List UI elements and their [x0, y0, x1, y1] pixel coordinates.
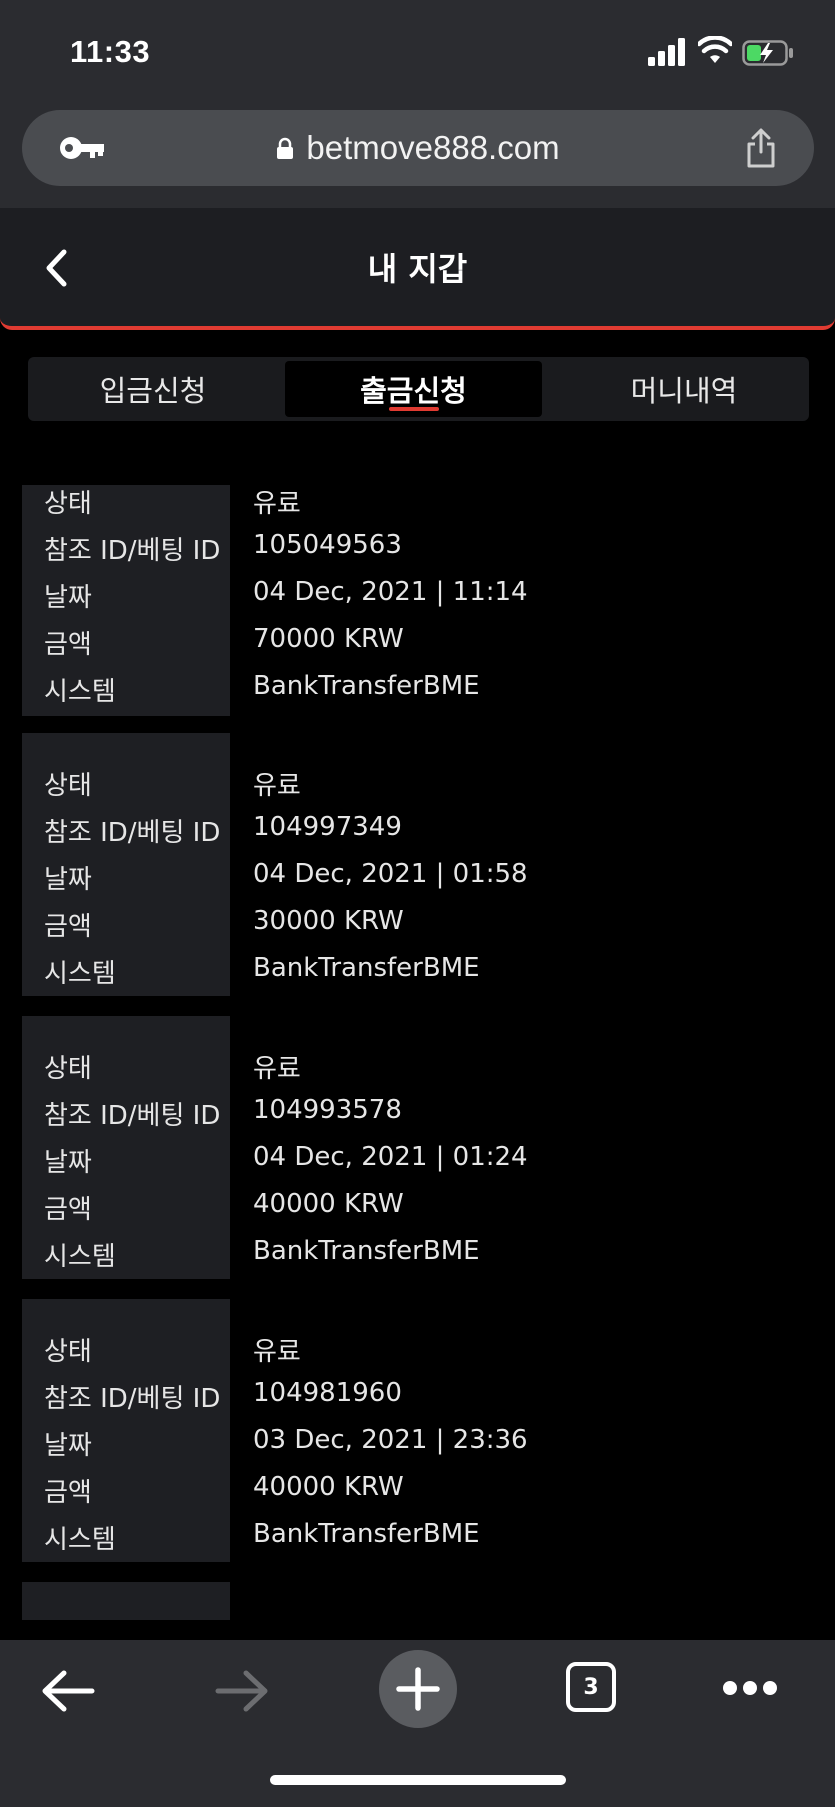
- value-ref-id: 104997349: [253, 812, 402, 842]
- address-bar[interactable]: betmove888.com: [22, 110, 814, 186]
- tab-money-history[interactable]: 머니내역: [559, 357, 809, 421]
- tab-label: 입금신청: [99, 374, 207, 408]
- lock-icon: [277, 137, 294, 159]
- value-amount: 30000 KRW: [253, 906, 404, 936]
- page-title: 내 지갑: [367, 250, 468, 288]
- withdrawal-records-list[interactable]: 상태 유료 참조 ID/베팅 ID 105049563 날짜 04 Dec, 2…: [0, 485, 835, 1620]
- wifi-icon: [698, 36, 732, 63]
- value-status: 유료: [253, 1337, 301, 1367]
- label-amount: 금액: [44, 912, 92, 942]
- value-ref-id: 104981960: [253, 1378, 402, 1408]
- label-amount: 금액: [44, 630, 92, 660]
- page-header: 내 지갑: [0, 208, 835, 330]
- arrow-left-icon[interactable]: [40, 1668, 96, 1714]
- url-display[interactable]: betmove888.com: [22, 110, 814, 186]
- label-system: 시스템: [44, 1525, 116, 1555]
- label-ref-id: 참조 ID/베팅 ID: [44, 818, 221, 848]
- label-system: 시스템: [44, 959, 116, 989]
- label-status: 상태: [44, 771, 92, 801]
- value-amount: 70000 KRW: [253, 624, 404, 654]
- url-text: betmove888.com: [306, 129, 560, 166]
- wallet-tabs: 입금신청 출금신청 머니내역: [28, 357, 809, 421]
- value-system: BankTransferBME: [253, 1236, 480, 1266]
- plus-icon: [396, 1667, 440, 1711]
- more-icon[interactable]: [722, 1680, 778, 1696]
- value-system: BankTransferBME: [253, 671, 480, 701]
- label-ref-id: 참조 ID/베팅 ID: [44, 1101, 221, 1131]
- arrow-right-icon[interactable]: [214, 1668, 270, 1714]
- tab-label: 출금신청: [360, 374, 467, 408]
- value-ref-id: 105049563: [253, 530, 402, 560]
- status-bar: 11:33: [0, 0, 835, 100]
- tab-label: 머니내역: [630, 374, 738, 408]
- label-date: 날짜: [44, 1431, 92, 1461]
- cellular-signal-icon: [648, 38, 685, 66]
- value-ref-id: 104993578: [253, 1095, 402, 1125]
- new-tab-button[interactable]: [379, 1650, 457, 1728]
- label-amount: 금액: [44, 1478, 92, 1508]
- value-amount: 40000 KRW: [253, 1189, 404, 1219]
- record-label-panel: [22, 1582, 230, 1620]
- label-amount: 금액: [44, 1195, 92, 1225]
- label-system: 시스템: [44, 1242, 116, 1272]
- tab-withdraw-request[interactable]: 출금신청: [285, 361, 542, 417]
- label-status: 상태: [44, 1054, 92, 1084]
- label-date: 날짜: [44, 865, 92, 895]
- label-ref-id: 참조 ID/베팅 ID: [44, 536, 221, 566]
- battery-charging-icon: [742, 40, 793, 66]
- value-date: 04 Dec, 2021 | 01:24: [253, 1142, 528, 1172]
- value-system: BankTransferBME: [253, 953, 480, 983]
- value-date: 04 Dec, 2021 | 11:14: [253, 577, 528, 607]
- active-tab-indicator: [388, 407, 439, 411]
- label-system: 시스템: [44, 677, 116, 707]
- value-status: 유료: [253, 489, 301, 519]
- home-indicator[interactable]: [270, 1775, 566, 1785]
- value-status: 유료: [253, 1054, 301, 1084]
- status-time: 11:33: [70, 34, 151, 69]
- value-amount: 40000 KRW: [253, 1472, 404, 1502]
- value-system: BankTransferBME: [253, 1519, 480, 1549]
- value-date: 03 Dec, 2021 | 23:36: [253, 1425, 528, 1455]
- label-date: 날짜: [44, 583, 92, 613]
- share-icon[interactable]: [744, 128, 778, 168]
- browser-toolbar: betmove888.com: [0, 100, 835, 208]
- value-status: 유료: [253, 771, 301, 801]
- value-date: 04 Dec, 2021 | 01:58: [253, 859, 528, 889]
- label-status: 상태: [44, 1337, 92, 1367]
- label-status: 상태: [44, 489, 92, 519]
- tab-deposit-request[interactable]: 입금신청: [28, 357, 278, 421]
- label-date: 날짜: [44, 1148, 92, 1178]
- label-ref-id: 참조 ID/베팅 ID: [44, 1384, 221, 1414]
- tab-switcher-button[interactable]: 3: [566, 1662, 616, 1712]
